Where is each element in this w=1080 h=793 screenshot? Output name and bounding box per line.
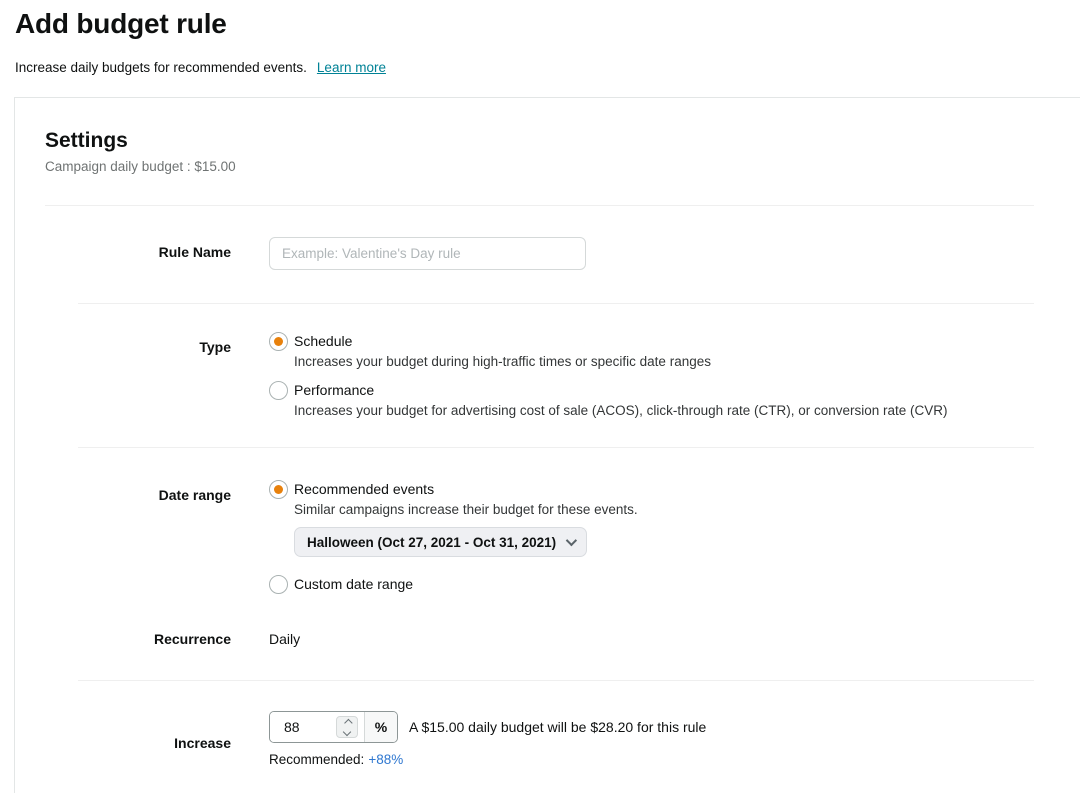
campaign-budget-note: Campaign daily budget : $15.00 <box>45 159 1080 174</box>
custom-date-range-label[interactable]: Custom date range <box>294 575 413 592</box>
increase-stepper-group: % <box>269 711 398 743</box>
radio-custom-date-range-icon[interactable] <box>269 575 288 594</box>
type-option-schedule-label[interactable]: Schedule <box>294 332 352 349</box>
rule-name-row: Rule Name <box>45 206 1080 303</box>
type-row: Type Schedule Increases your budget duri… <box>45 304 1080 447</box>
recommended-line: Recommended: +88% <box>269 752 1080 767</box>
recommended-label: Recommended: <box>269 752 364 767</box>
recurrence-value: Daily <box>269 631 1080 647</box>
increase-label: Increase <box>45 727 231 751</box>
type-label: Type <box>45 332 231 355</box>
date-range-option-custom[interactable]: Custom date range <box>269 575 1080 594</box>
increase-row: Increase % A $15.00 daily budget will be… <box>45 681 1080 767</box>
date-range-label: Date range <box>45 480 231 503</box>
increase-spinner[interactable] <box>336 716 358 738</box>
settings-header: Settings Campaign daily budget : $15.00 <box>45 129 1080 174</box>
increase-helper-text: A $15.00 daily budget will be $28.20 for… <box>409 719 706 735</box>
page-header: Add budget rule Increase daily budgets f… <box>0 0 1080 75</box>
type-option-performance[interactable]: Performance <box>269 381 1080 400</box>
settings-heading: Settings <box>45 129 1080 153</box>
recommended-events-label[interactable]: Recommended events <box>294 480 434 497</box>
page-title: Add budget rule <box>15 8 1080 40</box>
type-option-schedule[interactable]: Schedule <box>269 332 1080 351</box>
date-range-option-recommended[interactable]: Recommended events <box>269 480 1080 499</box>
page-subtitle-text: Increase daily budgets for recommended e… <box>15 60 307 75</box>
type-option-performance-label[interactable]: Performance <box>294 381 374 398</box>
recommended-value-link[interactable]: +88% <box>368 752 403 767</box>
learn-more-link[interactable]: Learn more <box>317 60 386 75</box>
percent-unit-label: % <box>364 712 397 742</box>
rule-name-label: Rule Name <box>45 237 231 260</box>
rule-name-input[interactable] <box>269 237 586 270</box>
type-option-schedule-description: Increases your budget during high-traffi… <box>294 354 1080 369</box>
radio-recommended-events-icon[interactable] <box>269 480 288 499</box>
recurrence-row: Recurrence Daily <box>45 594 1080 680</box>
recurrence-label: Recurrence <box>45 631 231 647</box>
radio-performance-icon[interactable] <box>269 381 288 400</box>
event-dropdown[interactable]: Halloween (Oct 27, 2021 - Oct 31, 2021) <box>294 527 587 557</box>
recommended-events-description: Similar campaigns increase their budget … <box>294 502 1080 517</box>
event-dropdown-value: Halloween (Oct 27, 2021 - Oct 31, 2021) <box>307 535 556 550</box>
chevron-down-icon <box>566 535 577 546</box>
page-subtitle: Increase daily budgets for recommended e… <box>15 60 1080 75</box>
spinner-up-icon[interactable] <box>344 718 352 726</box>
spinner-down-icon[interactable] <box>343 727 351 735</box>
increase-value-input[interactable] <box>270 712 336 742</box>
date-range-row: Date range Recommended events Similar ca… <box>45 448 1080 594</box>
type-option-performance-description: Increases your budget for advertising co… <box>294 403 1080 418</box>
radio-schedule-icon[interactable] <box>269 332 288 351</box>
settings-card: Settings Campaign daily budget : $15.00 … <box>14 97 1080 793</box>
